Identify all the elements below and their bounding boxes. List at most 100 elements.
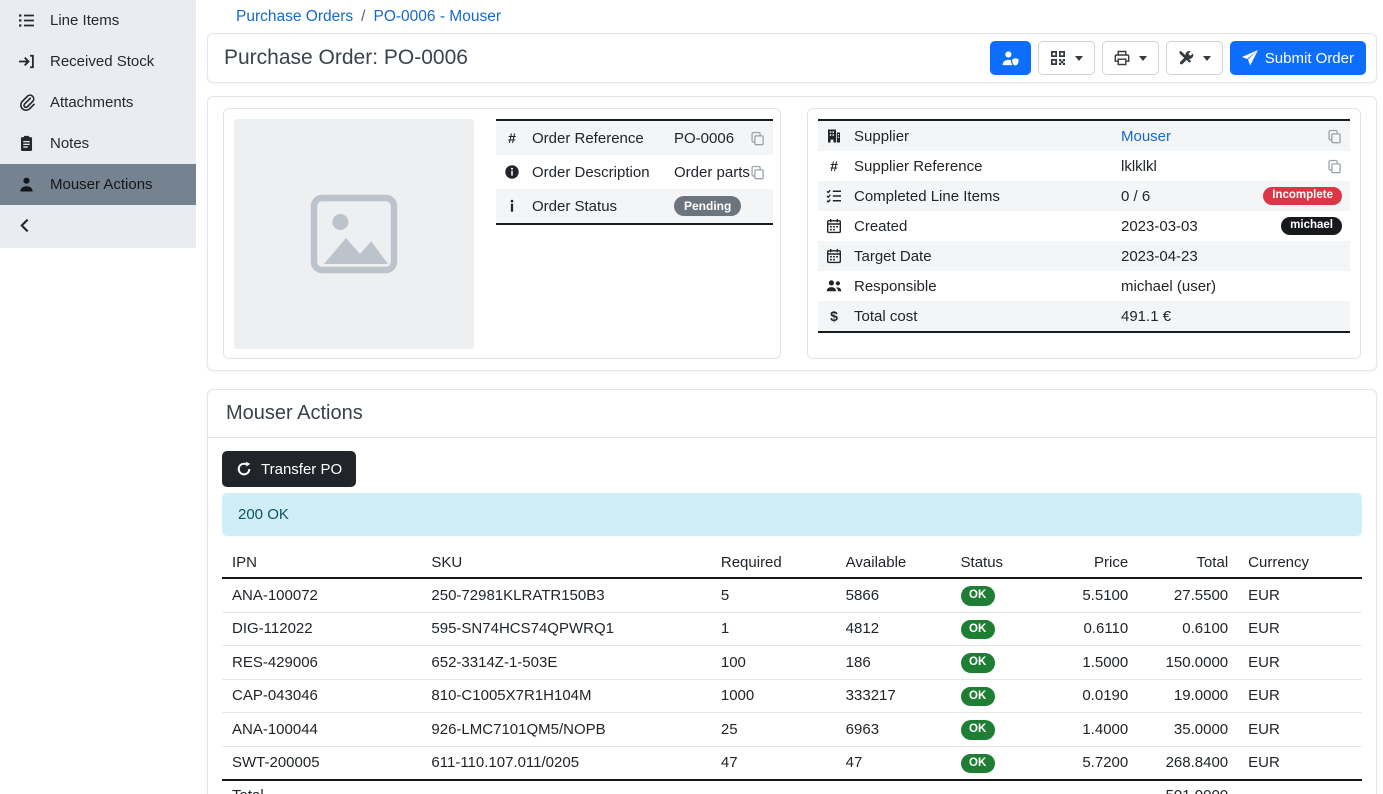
image-icon [306,186,402,282]
page-header-panel: Purchase Order: PO-0006 [207,33,1377,83]
user-shield-icon [1002,50,1019,67]
cell-available: 47 [836,746,951,780]
detail-label: Total cost [854,308,1121,325]
column-header-price: Price [1048,548,1138,578]
printer-icon [1114,50,1130,66]
breadcrumb-link-purchase-orders[interactable]: Purchase Orders [236,8,353,26]
paper-plane-icon [1242,50,1258,66]
copy-button[interactable] [750,131,765,146]
sidebar: Line ItemsReceived Stock Attachments Notes… [0,0,196,248]
detail-value: Order parts [674,164,750,181]
column-header-total: Total [1138,548,1238,578]
cell-currency: EUR [1238,679,1362,713]
cell-currency: EUR [1238,746,1362,780]
transfer-po-button[interactable]: Transfer PO [222,451,356,487]
detail-row-supplier: SupplierMouser [818,121,1350,151]
cell-available: 4812 [836,612,951,646]
users-icon [826,278,854,294]
sidebar-collapse-button[interactable] [0,205,196,245]
parts-row-res-429006: RES-429006652-3314Z-1-503E100186OK1.5000… [222,646,1362,680]
order-actions-button[interactable] [1166,41,1223,75]
incomplete-badge: Incomplete [1263,187,1342,206]
cell-available: 186 [836,646,951,680]
submit-order-button[interactable]: Submit Order [1230,41,1366,75]
detail-label: Created [854,218,1121,235]
parts-row-swt-200005: SWT-200005611-110.107.011/02054747OK5.72… [222,746,1362,780]
detail-value: lklklkl [1121,158,1327,175]
sidebar-item-label: Notes [50,135,89,152]
cell-required: 25 [711,713,836,747]
actions-panel-body: Transfer PO 200 OK IPNSKURequiredAvailab… [208,438,1376,794]
detail-row-supplier-reference: #Supplier Referencelklklkl [818,151,1350,181]
detail-row-created: Created2023-03-03michael [818,211,1350,241]
list-icon [17,12,35,29]
cell-price: 1.4000 [1048,713,1138,747]
sidebar-item-label: Attachments [50,94,133,111]
detail-row-responsible: Responsiblemichael (user) [818,271,1350,301]
parts-row-ana-100072: ANA-100072250-72981KLRATR150B355866OK5.5… [222,578,1362,612]
cell-ipn: DIG-112022 [222,612,421,646]
cell-total: 35.0000 [1138,713,1238,747]
sidebar-item-notes[interactable]: Notes [0,123,196,164]
detail-label: Completed Line Items [854,188,1121,205]
cell-required: 100 [711,646,836,680]
copy-button[interactable] [750,165,765,180]
receive-icon [17,53,35,70]
user-icon [17,176,35,193]
sidebar-item-attachments[interactable]: Attachments [0,82,196,123]
chevron-left-icon [17,217,34,234]
cell-total: 150.0000 [1138,646,1238,680]
parts-total-row: Total 501.0000 [222,780,1362,794]
cell-status: OK [951,612,1049,646]
cell-ipn: CAP-043046 [222,679,421,713]
column-header-currency: Currency [1238,548,1362,578]
cell-available: 5866 [836,578,951,612]
print-actions-button[interactable] [1102,41,1159,75]
sidebar-item-line-items[interactable]: Line Items [0,0,196,41]
cell-currency: EUR [1238,646,1362,680]
parts-table-header-row: IPNSKURequiredAvailableStatusPriceTotalC… [222,548,1362,578]
parts-row-ana-100044: ANA-100044926-LMC7101QM5/NOPB256963OK1.4… [222,713,1362,747]
cell-status: OK [951,578,1049,612]
detail-value: 2023-03-03 [1121,218,1281,235]
cell-price: 5.5100 [1048,578,1138,612]
sidebar-item-label: Mouser Actions [50,176,153,193]
cell-currency: EUR [1238,612,1362,646]
column-header-available: Available [836,548,951,578]
detail-label: Supplier Reference [854,158,1121,175]
copy-button[interactable] [1327,129,1342,144]
sidebar-item-mouser-actions[interactable]: Mouser Actions [0,164,196,205]
cell-price: 0.0190 [1048,679,1138,713]
detail-value: 2023-04-23 [1121,248,1342,265]
cell-total: 0.6100 [1138,612,1238,646]
detail-label: Supplier [854,128,1121,145]
submit-order-label: Submit Order [1265,50,1354,67]
detail-label: Responsible [854,278,1121,295]
refresh-icon [236,461,252,477]
caret-down-icon [1203,56,1211,61]
cell-price: 5.7200 [1048,746,1138,780]
detail-label: Target Date [854,248,1121,265]
sidebar-item-received-stock[interactable]: Received Stock [0,41,196,82]
dollar-icon: $ [826,308,854,324]
detail-value[interactable]: Mouser [1121,128,1327,145]
order-details-table: #Order ReferencePO-0006Order Description… [496,119,773,225]
detail-value: 0 / 6 [1121,188,1263,205]
pending-badge: Pending [674,196,741,216]
cell-status: OK [951,646,1049,680]
ok-badge: OK [961,720,995,740]
order-details-panel: #Order ReferencePO-0006Order Description… [207,96,1377,371]
info-circle-icon [504,164,532,180]
cell-sku: 652-3314Z-1-503E [421,646,710,680]
breadcrumb: Purchase Orders/PO-0006 - Mouser [207,0,1377,33]
total-label: Total [222,780,421,794]
detail-label: Order Description [532,164,674,181]
barcode-actions-button[interactable] [1038,41,1095,75]
detail-row-target-date: Target Date2023-04-23 [818,241,1350,271]
parts-row-cap-043046: CAP-043046810-C1005X7R1H104M1000333217OK… [222,679,1362,713]
breadcrumb-link-po-0006-mouser[interactable]: PO-0006 - Mouser [373,8,501,26]
cell-sku: 810-C1005X7R1H104M [421,679,710,713]
toolbar: Submit Order [990,41,1366,75]
user-roles-button[interactable] [990,41,1031,75]
copy-button[interactable] [1327,159,1342,174]
